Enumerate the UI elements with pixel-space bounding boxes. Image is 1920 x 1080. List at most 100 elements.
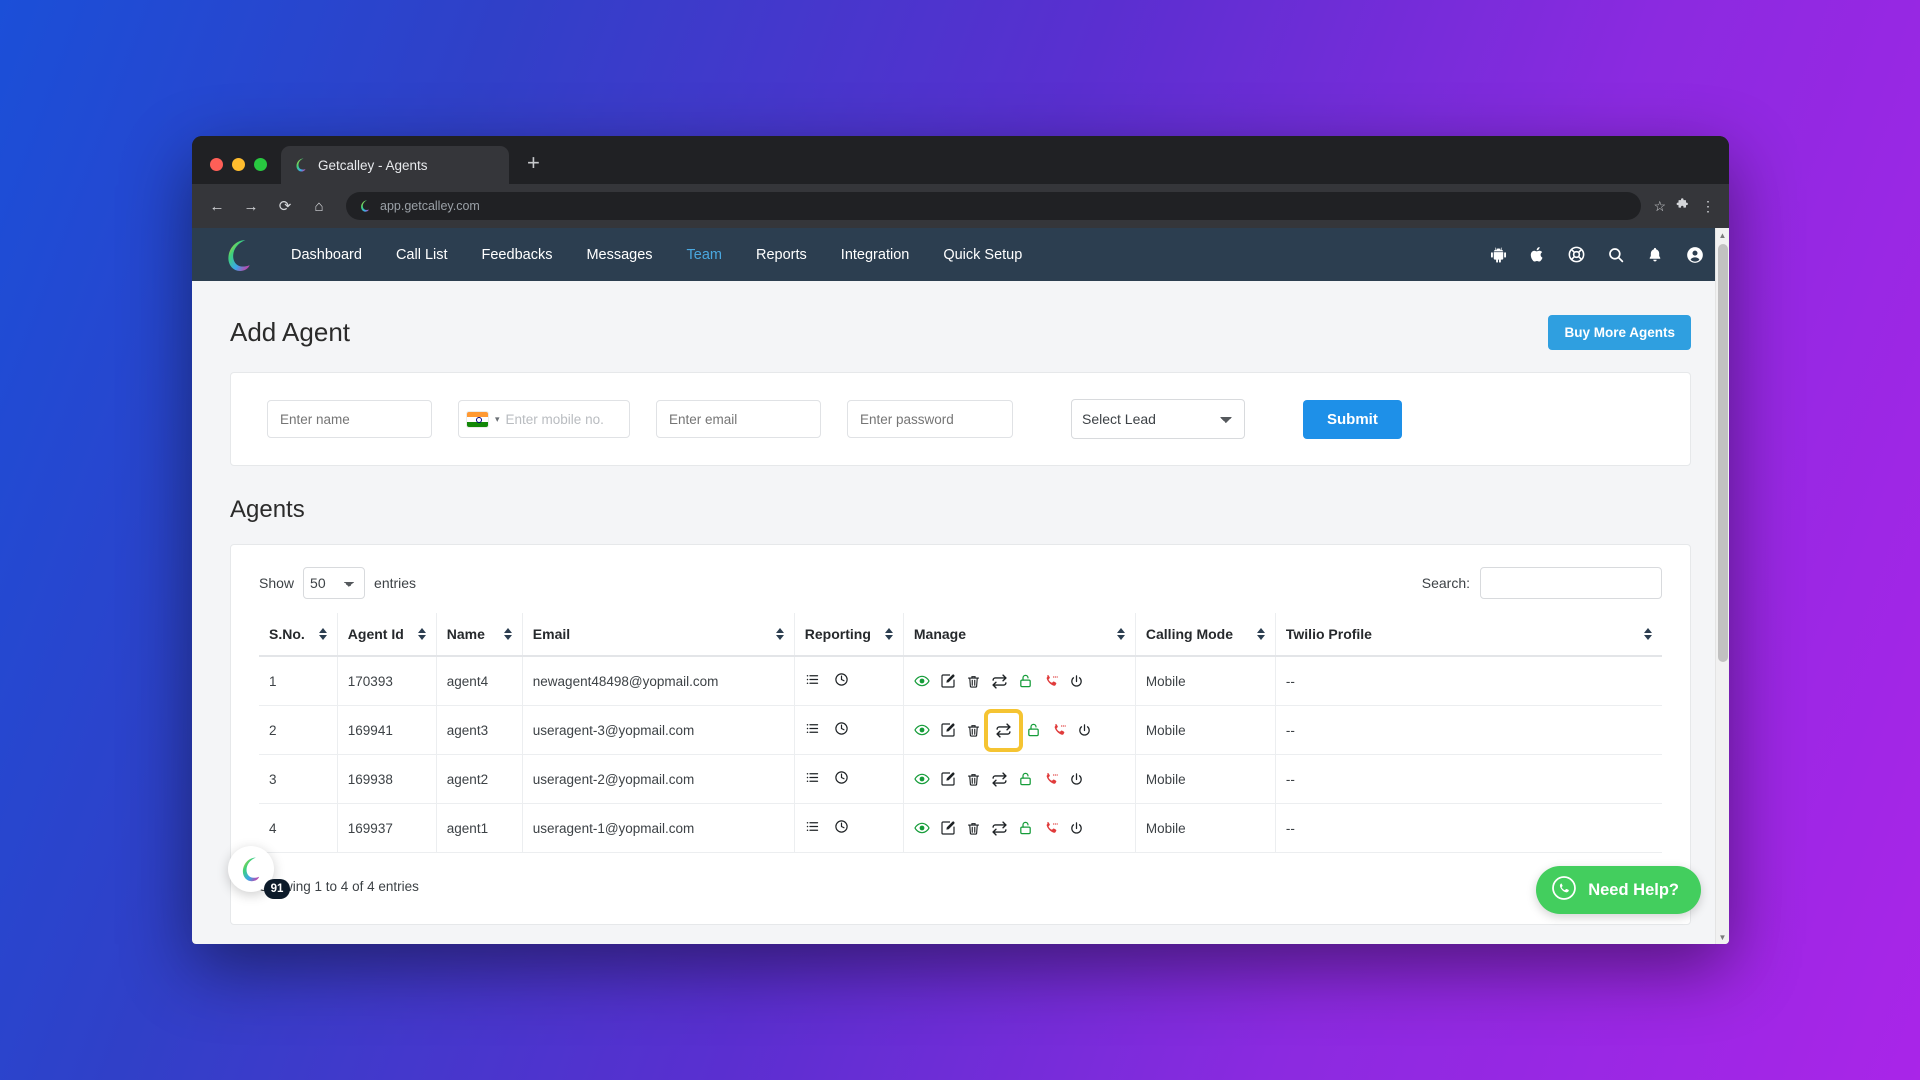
edit-pencil-icon[interactable] <box>940 771 956 787</box>
nav-item-team[interactable]: Team <box>670 247 739 263</box>
country-chevron-down-icon[interactable]: ▾ <box>495 414 500 425</box>
select-lead-dropdown[interactable]: Select Lead <box>1071 399 1245 439</box>
agent-mobile-input-group[interactable]: ▾ Enter mobile no. <box>458 400 630 438</box>
sort-icon[interactable] <box>1644 628 1652 640</box>
trash-delete-icon[interactable] <box>966 821 981 836</box>
eye-view-icon[interactable] <box>914 820 930 836</box>
phone-call-icon[interactable] <box>1043 771 1059 787</box>
sort-icon[interactable] <box>775 628 784 640</box>
manage-icons <box>914 820 1125 837</box>
list-report-icon[interactable] <box>805 672 820 690</box>
browser-menu-icon[interactable]: ⋮ <box>1701 198 1715 215</box>
extensions-puzzle-icon[interactable] <box>1676 197 1691 215</box>
table-row: 2 169941 agent3 useragent-3@yopmail.com Mob… <box>259 705 1662 755</box>
column-header-name[interactable]: Name <box>436 613 523 657</box>
table-search-input[interactable] <box>1480 567 1662 599</box>
android-icon[interactable] <box>1489 245 1508 264</box>
eye-view-icon[interactable] <box>914 673 930 689</box>
page-scrollbar[interactable]: ▲ ▼ <box>1715 228 1729 944</box>
list-report-icon[interactable] <box>805 721 820 739</box>
unlock-icon[interactable] <box>1026 722 1041 738</box>
sort-icon[interactable] <box>318 628 327 640</box>
nav-item-integration[interactable]: Integration <box>824 247 927 263</box>
clock-history-icon[interactable] <box>834 721 849 739</box>
column-header-calling-mode[interactable]: Calling Mode <box>1135 613 1276 657</box>
edit-pencil-icon[interactable] <box>940 820 956 836</box>
calley-logo-icon[interactable] <box>220 238 258 272</box>
trash-delete-icon[interactable] <box>966 723 981 738</box>
clock-history-icon[interactable] <box>834 819 849 837</box>
eye-view-icon[interactable] <box>914 771 930 787</box>
power-toggle-icon[interactable] <box>1069 674 1084 689</box>
list-report-icon[interactable] <box>805 770 820 788</box>
edit-pencil-icon[interactable] <box>940 673 956 689</box>
unlock-icon[interactable] <box>1018 771 1033 787</box>
unlock-icon[interactable] <box>1018 673 1033 689</box>
close-window-button[interactable] <box>210 158 223 171</box>
back-icon[interactable]: ← <box>202 191 232 221</box>
sort-icon[interactable] <box>1256 628 1265 640</box>
highlighted-swap-cell[interactable] <box>983 708 1023 752</box>
edit-pencil-icon[interactable] <box>940 722 956 738</box>
minimize-window-button[interactable] <box>232 158 245 171</box>
eye-view-icon[interactable] <box>914 722 930 738</box>
power-toggle-icon[interactable] <box>1069 772 1084 787</box>
sort-icon[interactable] <box>503 628 512 640</box>
nav-item-feedbacks[interactable]: Feedbacks <box>465 247 570 263</box>
reload-icon[interactable]: ⟳ <box>270 191 300 221</box>
scroll-up-arrow-icon[interactable]: ▲ <box>1716 228 1729 242</box>
maximize-window-button[interactable] <box>254 158 267 171</box>
column-header-manage[interactable]: Manage <box>903 613 1136 657</box>
column-header-agent-id[interactable]: Agent Id <box>337 613 437 657</box>
agent-password-input[interactable] <box>847 400 1013 438</box>
sort-icon[interactable] <box>417 628 426 640</box>
power-toggle-icon[interactable] <box>1069 821 1084 836</box>
agent-name-input[interactable] <box>267 400 432 438</box>
apple-icon[interactable] <box>1529 245 1546 264</box>
sort-icon[interactable] <box>884 628 893 640</box>
submit-button[interactable]: Submit <box>1303 399 1402 439</box>
sort-icon[interactable] <box>1116 628 1125 640</box>
list-report-icon[interactable] <box>805 819 820 837</box>
column-header-reporting[interactable]: Reporting <box>794 613 904 657</box>
scroll-down-arrow-icon[interactable]: ▼ <box>1716 930 1729 944</box>
swap-transfer-icon[interactable] <box>991 771 1008 788</box>
trash-delete-icon[interactable] <box>966 674 981 689</box>
home-icon[interactable]: ⌂ <box>304 191 334 221</box>
column-header-email[interactable]: Email <box>522 613 795 657</box>
scrollbar-thumb[interactable] <box>1718 244 1728 662</box>
entries-per-page-select[interactable]: 50 <box>303 567 366 599</box>
nav-item-reports[interactable]: Reports <box>739 247 824 263</box>
swap-transfer-icon[interactable] <box>991 820 1008 837</box>
swap-transfer-icon[interactable] <box>991 673 1008 690</box>
table-row: 4 169937 agent1 useragent-1@yopmail.com Mob… <box>259 803 1662 853</box>
nav-item-dashboard[interactable]: Dashboard <box>274 247 379 263</box>
forward-icon[interactable]: → <box>236 191 266 221</box>
app-nav-links: Dashboard Call List Feedbacks Messages T… <box>274 247 1039 263</box>
search-icon[interactable] <box>1607 246 1625 264</box>
nav-item-call-list[interactable]: Call List <box>379 247 465 263</box>
whatsapp-need-help-button[interactable]: Need Help? <box>1536 866 1701 914</box>
lifebuoy-support-icon[interactable] <box>1567 245 1586 264</box>
phone-call-icon[interactable] <box>1051 722 1067 738</box>
phone-call-icon[interactable] <box>1043 820 1059 836</box>
browser-tab[interactable]: Getcalley - Agents <box>281 146 509 184</box>
clock-history-icon[interactable] <box>834 770 849 788</box>
nav-item-quick-setup[interactable]: Quick Setup <box>926 247 1039 263</box>
column-header-twilio-profile[interactable]: Twilio Profile <box>1275 613 1662 657</box>
unlock-icon[interactable] <box>1018 820 1033 836</box>
nav-item-messages[interactable]: Messages <box>569 247 669 263</box>
phone-call-icon[interactable] <box>1043 673 1059 689</box>
address-bar[interactable]: app.getcalley.com <box>346 192 1642 220</box>
bell-notification-icon[interactable] <box>1646 246 1664 264</box>
swap-transfer-icon[interactable] <box>995 722 1012 739</box>
user-account-icon[interactable] <box>1685 245 1705 265</box>
buy-more-agents-button[interactable]: Buy More Agents <box>1548 315 1691 350</box>
trash-delete-icon[interactable] <box>966 772 981 787</box>
clock-history-icon[interactable] <box>834 672 849 690</box>
agent-email-input[interactable] <box>656 400 821 438</box>
new-tab-button[interactable]: + <box>509 152 556 184</box>
power-toggle-icon[interactable] <box>1077 723 1092 738</box>
bookmark-star-icon[interactable]: ☆ <box>1653 198 1666 215</box>
column-header-sno[interactable]: S.No. <box>259 613 338 657</box>
